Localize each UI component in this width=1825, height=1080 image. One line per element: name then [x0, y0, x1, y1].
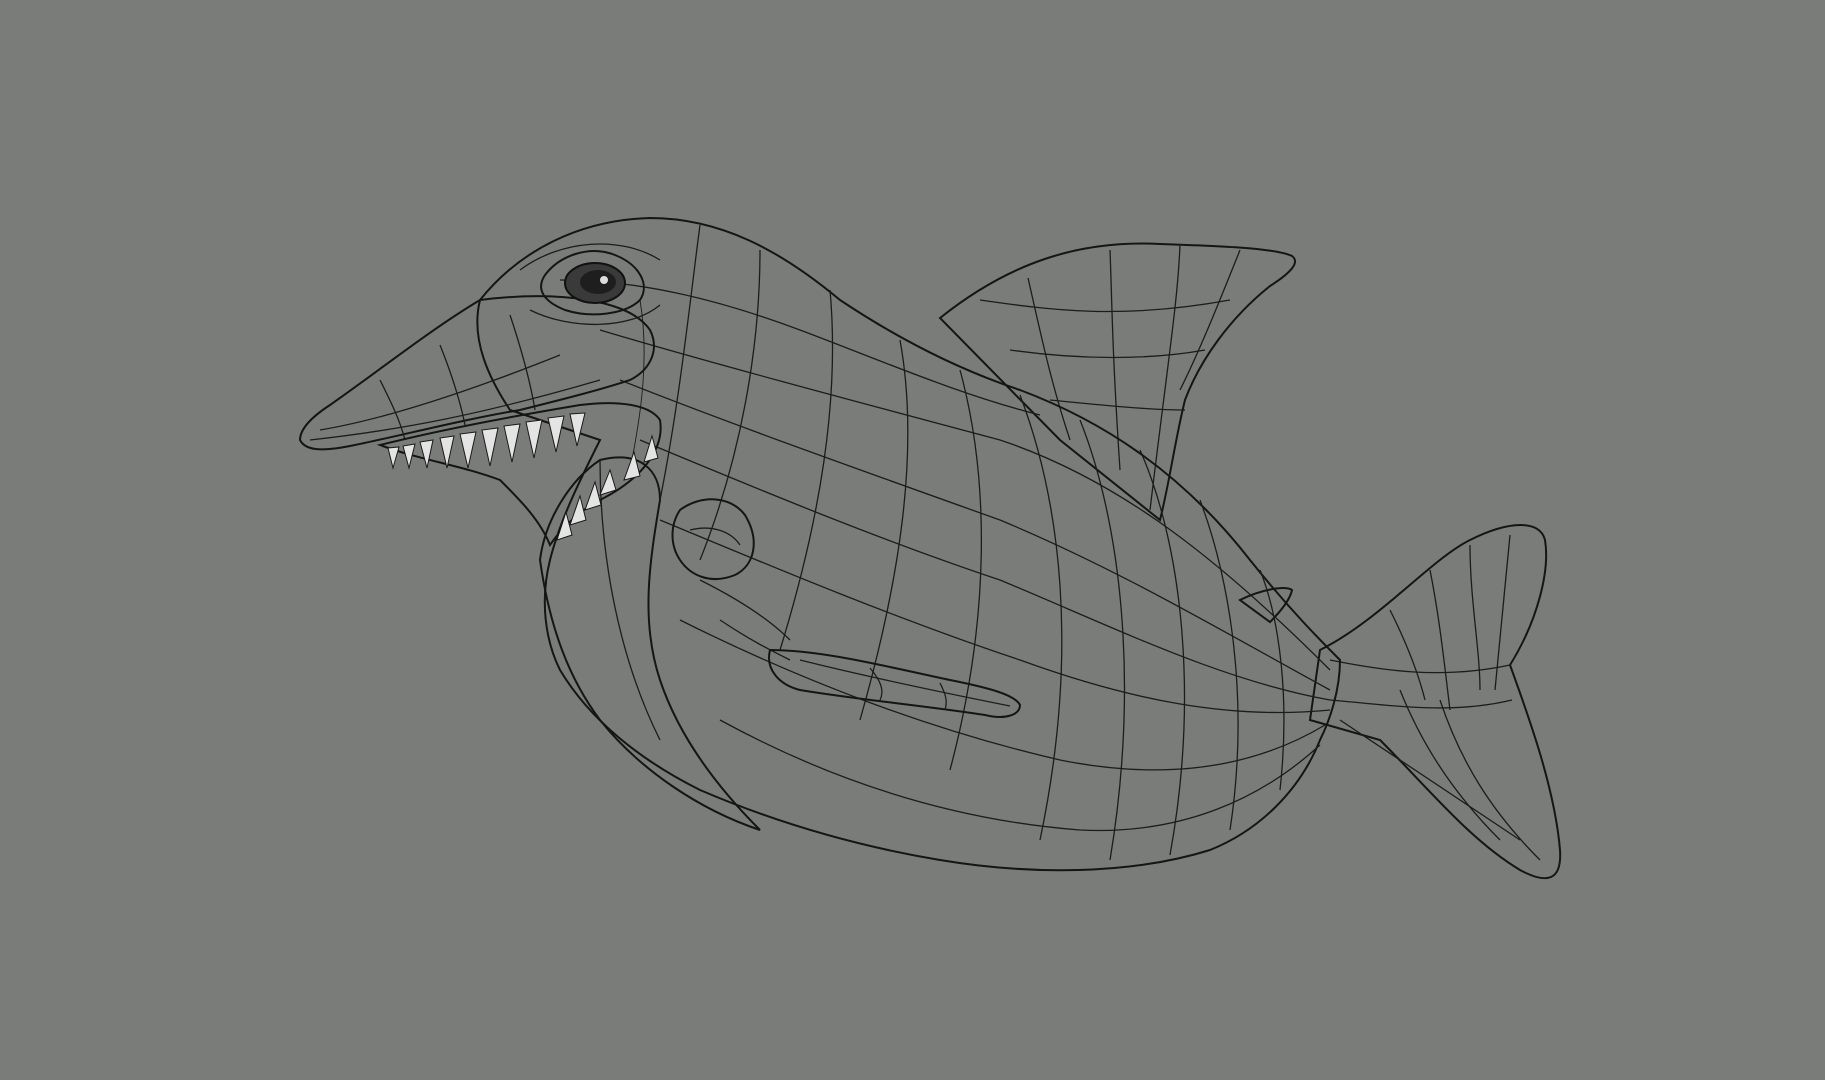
lower-teeth: [556, 434, 659, 541]
shark-model[interactable]: [0, 0, 1825, 1080]
shark-body[interactable]: [476, 216, 1342, 872]
pectoral-fin[interactable]: [768, 648, 1022, 718]
3d-viewport[interactable]: [0, 0, 1825, 1080]
gill-bump: [671, 498, 791, 661]
dorsal-fin[interactable]: [938, 242, 1297, 522]
shark-eye: [519, 243, 661, 326]
tail-fin[interactable]: [1308, 524, 1562, 880]
